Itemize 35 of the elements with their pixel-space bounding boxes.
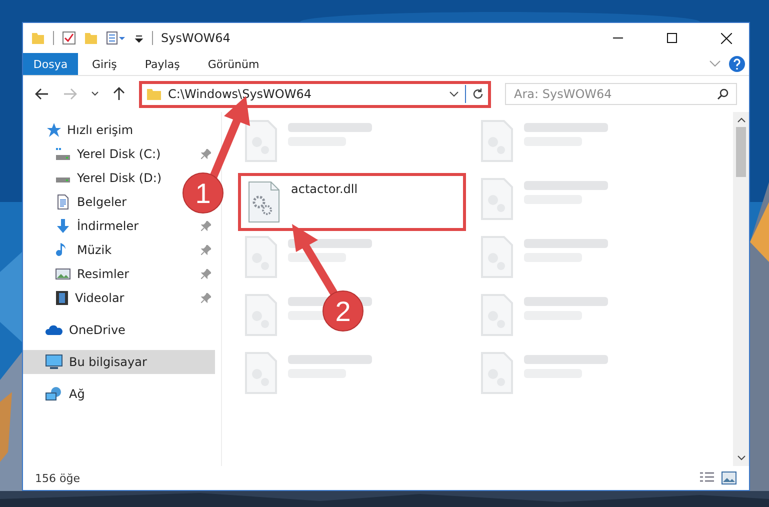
address-bar[interactable]: C:\Windows\SysWOW64 [139,80,491,108]
sidebar-item[interactable]: Hızlı erişim [23,118,215,142]
item-count: 156 öğe [35,472,80,484]
address-path: C:\Windows\SysWOW64 [168,87,312,101]
window-title: SysWOW64 [161,31,230,45]
sidebar-label: Hızlı erişim [67,123,134,137]
sidebar-item[interactable]: Videolar [55,290,124,306]
sidebar-label: Bu bilgisayar [69,355,147,369]
sidebar-label: Videolar [75,291,124,305]
sidebar-item[interactable]: OneDrive [23,318,215,342]
sidebar-item[interactable]: Bu bilgisayar [23,350,215,374]
sidebar-label: Yerel Disk (C:) [77,147,161,161]
sidebar-item[interactable]: Yerel Disk (C:) [55,147,161,161]
ribbon-tab[interactable]: Görünüm [194,58,274,70]
sidebar-label: Yerel Disk (D:) [77,171,162,185]
step-marker: 2 [322,290,364,332]
search-field[interactable]: Ara: SysWOW64 [505,83,737,105]
sidebar-label: İndirmeler [77,219,139,233]
sidebar-item[interactable]: Belgeler [55,194,127,210]
file-tab[interactable]: Dosya [23,53,78,75]
sidebar-item[interactable]: İndirmeler [55,218,139,234]
file-name: actactor.dll [291,182,358,196]
sidebar-label: OneDrive [69,323,126,337]
sidebar-item[interactable]: Yerel Disk (D:) [55,171,162,185]
ribbon-tab[interactable]: Paylaş [130,58,194,70]
sidebar-label: Belgeler [77,195,127,209]
sidebar-item[interactable]: Resimler [55,267,130,281]
sidebar-label: Ağ [69,387,85,401]
sidebar-label: Resimler [77,267,130,281]
sidebar-item[interactable]: Ağ [23,382,215,406]
sidebar-item[interactable]: Müzik [55,242,112,258]
file-item[interactable]: actactor.dll [238,173,466,231]
ribbon-tab[interactable]: Giriş [78,58,131,70]
step-marker: 1 [182,172,224,214]
sidebar-label: Müzik [77,243,112,257]
